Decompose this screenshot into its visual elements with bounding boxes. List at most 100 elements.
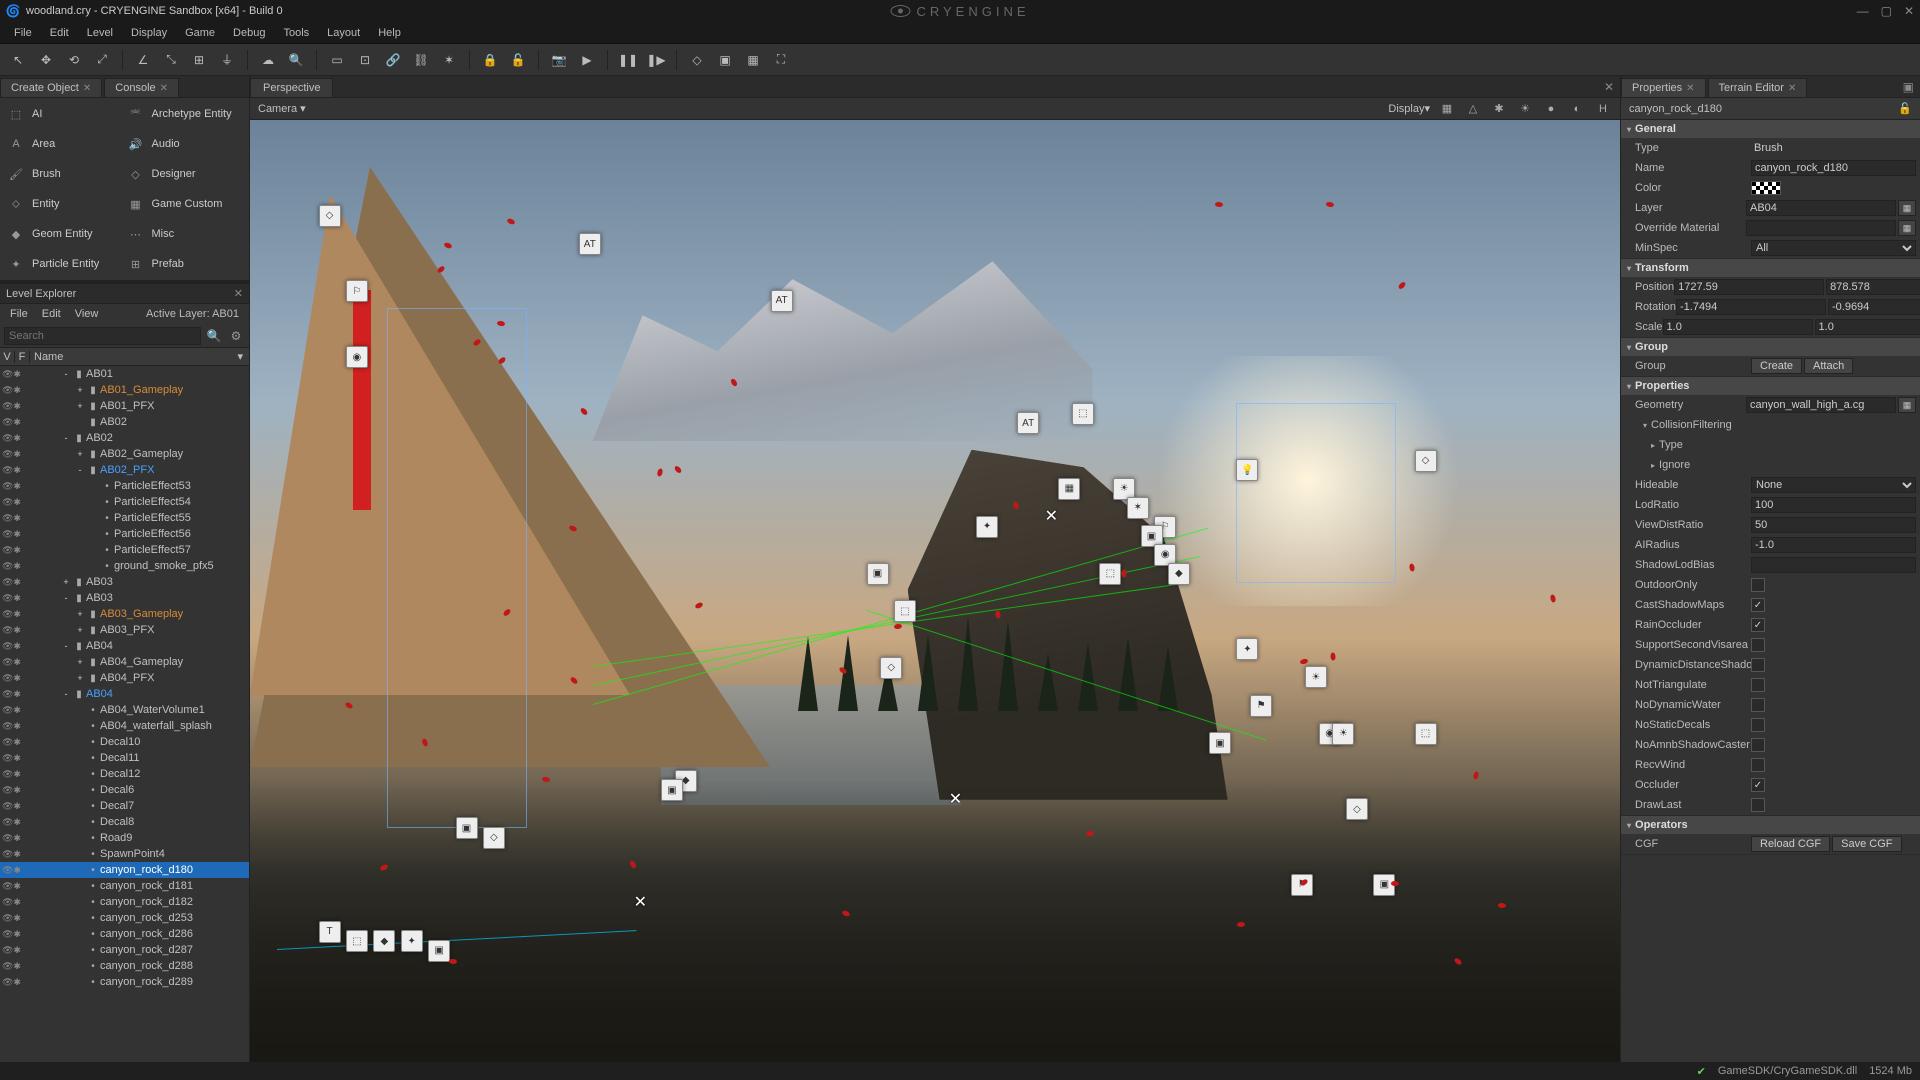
browse-icon[interactable]: ▦ xyxy=(1898,220,1916,236)
close-button[interactable]: ✕ xyxy=(1904,4,1914,18)
category-particle-entity[interactable]: ✦Particle Entity xyxy=(8,254,122,274)
minspec-select[interactable]: All xyxy=(1751,240,1916,256)
tree-row[interactable]: 👁✱•canyon_rock_d288 xyxy=(0,958,249,974)
entity-marker[interactable]: ▣ xyxy=(1209,732,1231,754)
expand-toggle[interactable]: - xyxy=(74,465,86,475)
entity-marker[interactable]: ◇ xyxy=(483,827,505,849)
rot-x-input[interactable] xyxy=(1676,299,1826,315)
expand-toggle[interactable]: - xyxy=(60,593,72,603)
tree-row[interactable]: 👁✱•ParticleEffect55 xyxy=(0,510,249,526)
menu-help[interactable]: Help xyxy=(370,25,409,41)
entity-marker[interactable]: ⚑ xyxy=(1250,695,1272,717)
tree-row[interactable]: 👁✱+▮AB03_Gameplay xyxy=(0,606,249,622)
layer-input[interactable] xyxy=(1746,200,1896,216)
tree-row[interactable]: 👁✱+▮AB03 xyxy=(0,574,249,590)
save-cgf-button[interactable]: Save CGF xyxy=(1832,836,1901,852)
visibility-icons[interactable]: 👁✱ xyxy=(0,625,30,636)
entity-marker[interactable]: ✦ xyxy=(1236,638,1258,660)
tree-row[interactable]: 👁✱•canyon_rock_d182 xyxy=(0,894,249,910)
checkbox[interactable] xyxy=(1751,658,1765,672)
visibility-icons[interactable]: 👁✱ xyxy=(0,417,30,428)
expand-toggle[interactable]: + xyxy=(74,657,86,667)
attach-group-button[interactable]: Attach xyxy=(1804,358,1853,374)
tree-row[interactable]: 👁✱•AB04_waterfall_splash xyxy=(0,718,249,734)
tree-row[interactable]: 👁✱•Decal6 xyxy=(0,782,249,798)
menu-file[interactable]: File xyxy=(6,25,40,41)
tab-perspective[interactable]: Perspective xyxy=(250,78,333,97)
entity-marker[interactable]: ◆ xyxy=(1168,563,1190,585)
visibility-icons[interactable]: 👁✱ xyxy=(0,577,30,588)
tree-row[interactable]: 👁✱+▮AB04_Gameplay xyxy=(0,654,249,670)
snap-terrain-tool[interactable]: ⏚ xyxy=(215,48,239,72)
checkbox[interactable] xyxy=(1751,598,1765,612)
close-icon[interactable]: ✕ xyxy=(1598,77,1620,97)
light-icon[interactable]: ☀ xyxy=(1516,100,1534,118)
menu-display[interactable]: Display xyxy=(123,25,175,41)
tab-terrain-editor[interactable]: Terrain Editor ✕ xyxy=(1708,78,1808,97)
entity-marker[interactable]: ✦ xyxy=(401,930,423,952)
col-f[interactable]: F xyxy=(15,351,30,363)
fullscreen-toggle[interactable]: ⛶ xyxy=(769,48,793,72)
tree-row[interactable]: 👁✱•canyon_rock_d286 xyxy=(0,926,249,942)
checkbox[interactable] xyxy=(1751,618,1765,632)
expand-toggle[interactable]: + xyxy=(74,385,86,395)
lock-tool[interactable]: 🔒 xyxy=(478,48,502,72)
maximize-button[interactable]: ▢ xyxy=(1881,4,1892,18)
entity-marker[interactable]: AT xyxy=(579,233,601,255)
checkbox[interactable] xyxy=(1751,578,1765,592)
selection-add-tool[interactable]: ⊡ xyxy=(353,48,377,72)
entity-marker[interactable]: ▣ xyxy=(661,779,683,801)
tree-row[interactable]: 👁✱+▮AB02_Gameplay xyxy=(0,446,249,462)
entity-marker[interactable]: ▣ xyxy=(428,940,450,962)
geometry-input[interactable] xyxy=(1746,397,1896,413)
level-explorer-tree[interactable]: 👁✱-▮AB01👁✱+▮AB01_Gameplay👁✱+▮AB01_PFX👁✱▮… xyxy=(0,366,249,1062)
le-menu-edit[interactable]: Edit xyxy=(36,306,67,322)
entity-marker[interactable]: ⬚ xyxy=(1072,403,1094,425)
tree-row[interactable]: 👁✱-▮AB04 xyxy=(0,686,249,702)
link-tool[interactable]: 🔗 xyxy=(381,48,405,72)
tree-row[interactable]: 👁✱•Decal12 xyxy=(0,766,249,782)
search-input[interactable] xyxy=(4,327,201,345)
visibility-icons[interactable]: 👁✱ xyxy=(0,449,30,460)
tree-row[interactable]: 👁✱•AB04_WaterVolume1 xyxy=(0,702,249,718)
gear-icon[interactable]: ⚙ xyxy=(227,327,245,345)
close-icon[interactable]: ✕ xyxy=(83,83,91,94)
tree-row[interactable]: 👁✱•Decal11 xyxy=(0,750,249,766)
menu-level[interactable]: Level xyxy=(79,25,121,41)
tree-row[interactable]: 👁✱-▮AB01 xyxy=(0,366,249,382)
visibility-icons[interactable]: 👁✱ xyxy=(0,753,30,764)
visibility-icons[interactable]: 👁✱ xyxy=(0,865,30,876)
visibility-icons[interactable]: 👁✱ xyxy=(0,673,30,684)
tree-row[interactable]: 👁✱•ground_smoke_pfx5 xyxy=(0,558,249,574)
entity-marker[interactable]: ▦ xyxy=(1058,478,1080,500)
visibility-icons[interactable]: 👁✱ xyxy=(0,849,30,860)
snap-grid-tool[interactable]: ⊞ xyxy=(187,48,211,72)
airadius-input[interactable] xyxy=(1751,537,1916,553)
ratio-toggle[interactable]: ▣ xyxy=(713,48,737,72)
scale-x-input[interactable] xyxy=(1663,319,1813,335)
rot-y-input[interactable] xyxy=(1828,299,1920,315)
prop-collision-ignore[interactable]: ▸Ignore xyxy=(1621,455,1920,475)
entity-marker[interactable]: ▣ xyxy=(867,563,889,585)
tree-row[interactable]: 👁✱•canyon_rock_d181 xyxy=(0,878,249,894)
name-input[interactable] xyxy=(1751,160,1916,176)
le-menu-file[interactable]: File xyxy=(4,306,34,322)
tree-row[interactable]: 👁✱•Decal7 xyxy=(0,798,249,814)
scale-y-input[interactable] xyxy=(1815,319,1920,335)
visibility-icons[interactable]: 👁✱ xyxy=(0,433,30,444)
move-tool[interactable]: ✥ xyxy=(34,48,58,72)
entity-marker[interactable]: AT xyxy=(1017,412,1039,434)
snap-angle-tool[interactable]: ∠ xyxy=(131,48,155,72)
visibility-icons[interactable]: 👁✱ xyxy=(0,689,30,700)
expand-toggle[interactable]: - xyxy=(60,369,72,379)
entity-marker[interactable]: AT xyxy=(771,290,793,312)
grid-icon[interactable]: ▦ xyxy=(1438,100,1456,118)
entity-marker[interactable]: ⚐ xyxy=(346,280,368,302)
prop-collision-filtering[interactable]: ▾CollisionFiltering xyxy=(1621,415,1920,435)
unlink-tool[interactable]: ⛓ xyxy=(409,48,433,72)
pos-x-input[interactable] xyxy=(1674,279,1824,295)
entity-marker[interactable]: ☀ xyxy=(1305,666,1327,688)
visibility-icons[interactable]: 👁✱ xyxy=(0,977,30,988)
checkbox[interactable] xyxy=(1751,798,1765,812)
snap-scale-tool[interactable]: ⤡ xyxy=(159,48,183,72)
